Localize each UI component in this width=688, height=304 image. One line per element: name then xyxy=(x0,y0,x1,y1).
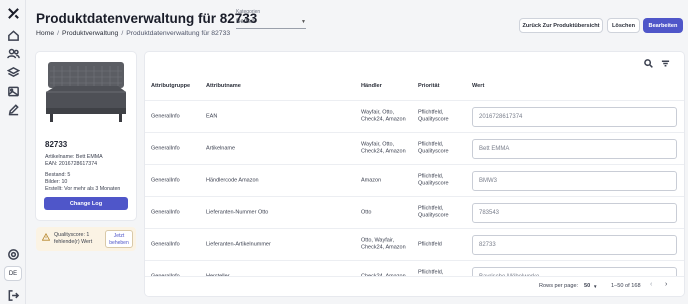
cell-priority: Pflichtfeld, Qualityscore xyxy=(418,173,449,187)
warning-icon xyxy=(42,233,50,241)
cell-name: EAN xyxy=(206,112,218,119)
breadcrumb: Home / Produktverwaltung / Produktdatenverwa… xyxy=(36,30,231,37)
sidebar: DE xyxy=(0,0,26,304)
column-header-value[interactable]: Wert xyxy=(472,83,484,89)
layers-icon[interactable] xyxy=(6,65,20,79)
users-icon[interactable] xyxy=(6,46,20,60)
product-images-count: Bilder: 10 xyxy=(45,179,68,185)
previous-page-icon[interactable]: ‹ xyxy=(650,281,652,288)
breadcrumb-home[interactable]: Home xyxy=(36,30,54,37)
column-header-name[interactable]: Attributname xyxy=(206,83,241,89)
cell-group: GeneralInfo xyxy=(151,144,180,151)
rows-per-page-select[interactable]: 50 xyxy=(584,283,590,289)
column-header-priority[interactable]: Priorität xyxy=(418,83,439,89)
delete-button[interactable]: Löschen xyxy=(607,18,640,33)
cell-dealer: Otto xyxy=(361,208,372,215)
cell-group: GeneralInfo xyxy=(151,240,180,247)
article-name: Artikelname: Bett EMMA xyxy=(45,154,103,160)
cell-name: Lieferanten-Artikelnummer xyxy=(206,240,271,247)
value-input[interactable]: Bett EMMA xyxy=(472,139,677,159)
edit-button[interactable]: Bearbeiten xyxy=(643,18,683,33)
category-select[interactable]: Kategorien Betten ▼ xyxy=(236,9,306,29)
cell-group: GeneralInfo xyxy=(151,208,180,215)
product-created: Erstellt: Vor mehr als 3 Monaten xyxy=(45,186,121,192)
table-pagination: Rows per page: 50 ▼ 1–50 of 168 ‹ › xyxy=(145,276,684,296)
table-row: GeneralInfo EAN Wayfair, Otto, Check24, … xyxy=(145,100,684,132)
cell-dealer: Otto, Wayfair, Check24, Amazon xyxy=(361,237,406,251)
filter-icon[interactable] xyxy=(661,59,670,68)
table-row: GeneralInfo Artikelname Wayfair, Otto, C… xyxy=(145,132,684,164)
cell-priority: Pflichtfeld, Qualityscore xyxy=(418,205,449,219)
cell-dealer: Wayfair, Otto, Check24, Amazon xyxy=(361,109,406,123)
cell-name: Händlercode Amazon xyxy=(206,176,259,183)
product-image xyxy=(46,62,126,122)
logo-icon[interactable] xyxy=(6,6,20,20)
table-row: GeneralInfo Lieferanten-Nummer Otto Otto… xyxy=(145,196,684,228)
chevron-down-icon[interactable]: ▼ xyxy=(301,19,306,25)
breadcrumb-product-management[interactable]: Produktverwaltung xyxy=(62,30,118,37)
quality-score-alert: Qualityscore: 1 fehlende(r) Wert Jetzt b… xyxy=(36,227,136,251)
column-header-dealer[interactable]: Händler xyxy=(361,83,382,89)
change-log-button[interactable]: Change Log xyxy=(44,197,128,210)
settings-icon[interactable] xyxy=(6,247,20,261)
cell-name: Artikelname xyxy=(206,144,236,151)
search-icon[interactable] xyxy=(644,59,653,68)
language-switch[interactable]: DE xyxy=(4,266,22,281)
cell-group: GeneralInfo xyxy=(151,176,180,183)
table-header: Attributgruppe Attributname Händler Prio… xyxy=(145,83,684,97)
table-row: GeneralInfo Händlercode Amazon Amazon Pf… xyxy=(145,164,684,196)
edit-icon[interactable] xyxy=(6,102,20,116)
column-header-group[interactable]: Attributgruppe xyxy=(151,83,190,89)
page-title: Produktdatenverwaltung für 82733 xyxy=(36,11,258,26)
rows-per-page-label: Rows per page: xyxy=(539,283,579,289)
product-stock: Bestand: 5 xyxy=(45,172,71,178)
product-card: 82733 Artikelname: Bett EMMA EAN: 201672… xyxy=(36,52,136,220)
next-page-icon[interactable]: › xyxy=(665,281,667,288)
cell-dealer: Wayfair, Otto, Check24, Amazon xyxy=(361,141,406,155)
breadcrumb-current: Produktdatenverwaltung für 82733 xyxy=(126,30,231,37)
cell-priority: Pflichtfeld, Qualityscore xyxy=(418,109,449,123)
value-input[interactable]: 783543 xyxy=(472,203,677,223)
product-id: 82733 xyxy=(45,140,68,149)
table-row: GeneralInfo Lieferanten-Artikelnummer Ot… xyxy=(145,228,684,260)
logout-icon[interactable] xyxy=(6,288,20,302)
home-icon[interactable] xyxy=(6,28,20,42)
value-input[interactable]: 82733 xyxy=(472,235,677,255)
category-value[interactable]: Betten xyxy=(236,18,255,25)
pagination-range: 1–50 of 168 xyxy=(611,283,641,289)
category-label: Kategorien xyxy=(236,9,261,15)
cell-priority: Pflichtfeld, Qualityscore xyxy=(418,141,449,155)
cell-dealer: Amazon xyxy=(361,176,382,183)
value-input[interactable]: 2016728617374 xyxy=(472,107,677,127)
cell-group: GeneralInfo xyxy=(151,112,180,119)
product-ean: EAN: 2016728617374 xyxy=(45,161,98,167)
attributes-table-panel: Attributgruppe Attributname Händler Prio… xyxy=(145,52,684,296)
value-input[interactable]: BMW3 xyxy=(472,171,677,191)
cell-name: Lieferanten-Nummer Otto xyxy=(206,208,269,215)
back-to-overview-button[interactable]: Zurück Zur Produktübersicht xyxy=(519,18,603,33)
cell-priority: Pflichtfeld xyxy=(418,240,442,247)
fix-now-button[interactable]: Jetzt beheben xyxy=(105,230,133,248)
chevron-down-icon[interactable]: ▼ xyxy=(593,284,597,289)
image-icon[interactable] xyxy=(6,84,20,98)
